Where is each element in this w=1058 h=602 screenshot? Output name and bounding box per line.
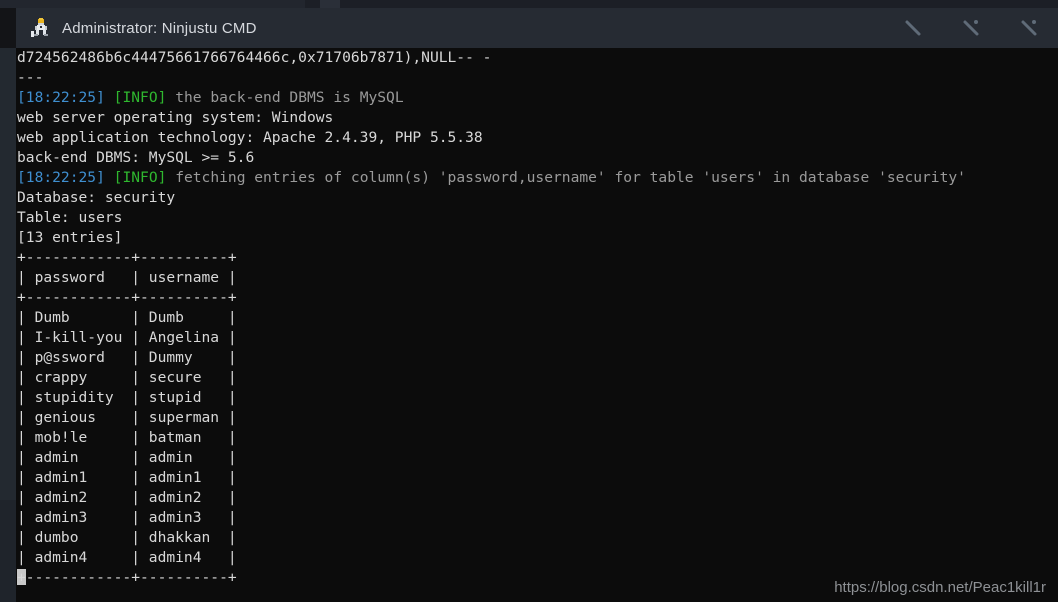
log-timestamp: [18:22:25] (17, 169, 105, 186)
title-bar[interactable]: Administrator: Ninjustu CMD (16, 8, 1058, 48)
log-message: fetching entries of column(s) 'password,… (175, 169, 966, 186)
table-row: | crappy | secure | (17, 369, 237, 386)
minimize-button[interactable] (884, 8, 942, 48)
table-border: +------------+----------+ (17, 569, 237, 586)
close-button[interactable] (1000, 8, 1058, 48)
table-row: | I-kill-you | Angelina | (17, 329, 237, 346)
rule-line: --- (17, 69, 44, 86)
table-border: +------------+----------+ (17, 249, 237, 266)
log-line: [18:22:25] [INFO] fetching entries of co… (16, 168, 966, 188)
table-row: | admin1 | admin1 | (17, 469, 237, 486)
log-line: [18:22:25] [INFO] the back-end DBMS is M… (16, 88, 966, 108)
ninja-character-icon (30, 17, 52, 39)
maximize-button[interactable] (942, 8, 1000, 48)
terminal-line-list: d724562486b6c44475661766764466c,0x71706b… (16, 48, 966, 588)
window-controls (884, 8, 1058, 48)
log-timestamp: [18:22:25] (17, 89, 105, 106)
table-header-row: | password | username | (17, 269, 237, 286)
database-label: Database: security (17, 189, 176, 206)
table-row: | admin | admin | (17, 449, 237, 466)
terminal-left-gutter-lower (0, 500, 16, 602)
desktop-strip-segment-right (320, 0, 340, 8)
fingerprint-line: web application technology: Apache 2.4.3… (17, 129, 483, 146)
table-row: | Dumb | Dumb | (17, 309, 237, 326)
entries-count-label: [13 entries] (17, 229, 123, 246)
table-row: | admin3 | admin3 | (17, 509, 237, 526)
desktop-top-strip (0, 0, 1058, 8)
table-row: | genious | superman | (17, 409, 237, 426)
desktop-strip-segment-left (0, 0, 305, 8)
titlebar-left-padding (16, 28, 30, 29)
log-tag: [INFO] (113, 169, 167, 186)
table-border: +------------+----------+ (17, 289, 237, 306)
table-row: | admin2 | admin2 | (17, 489, 237, 506)
table-label: Table: users (17, 209, 123, 226)
watermark: https://blog.csdn.net/Peac1kill1r (834, 579, 1046, 596)
table-row: | p@ssword | Dummy | (17, 349, 237, 366)
log-tag: [INFO] (113, 89, 167, 106)
window-title: Administrator: Ninjustu CMD (62, 19, 257, 37)
terminal-window: Administrator: Ninjustu CMD d724562486b6… (0, 0, 1058, 602)
fingerprint-line: back-end DBMS: MySQL >= 5.6 (17, 149, 255, 166)
log-message: the back-end DBMS is MySQL (175, 89, 404, 106)
table-row: | stupidity | stupid | (17, 389, 237, 406)
table-row: | dumbo | dhakkan | (17, 529, 237, 546)
terminal-output-area[interactable]: d724562486b6c44475661766764466c,0x71706b… (16, 48, 1058, 602)
payload-tail-line: d724562486b6c44475661766764466c,0x71706b… (17, 49, 492, 66)
table-row: | mob!le | batman | (17, 429, 237, 446)
fingerprint-line: web server operating system: Windows (17, 109, 334, 126)
table-row: | admin4 | admin4 | (17, 549, 237, 566)
terminal-frame: d724562486b6c44475661766764466c,0x71706b… (0, 48, 1058, 602)
